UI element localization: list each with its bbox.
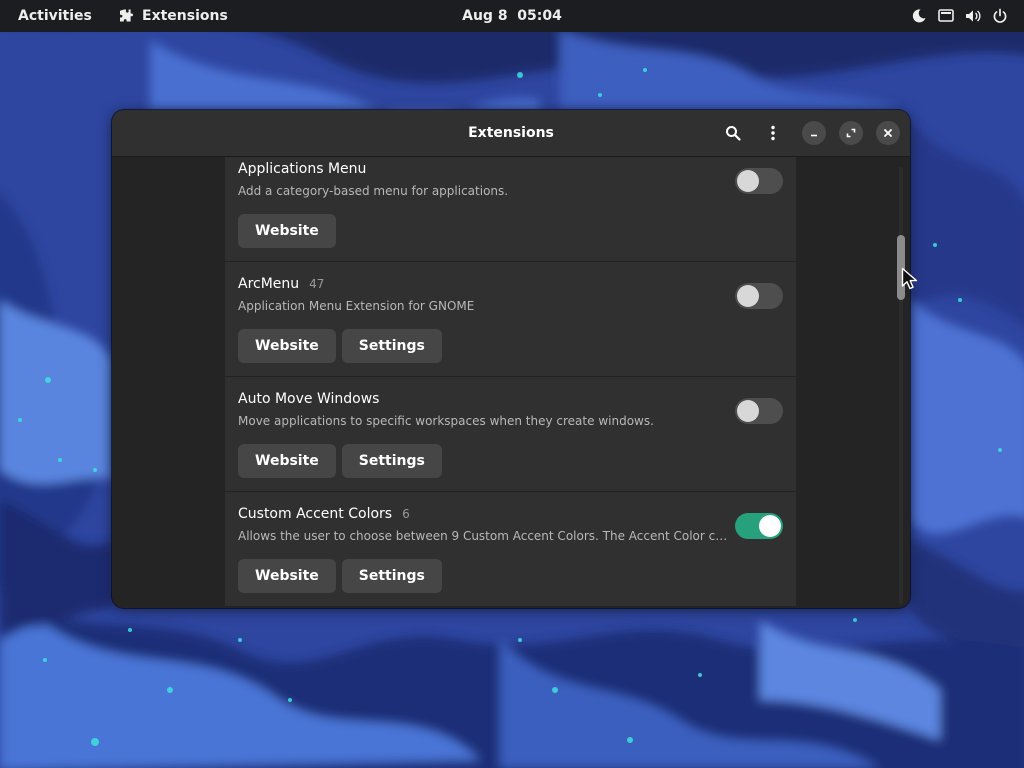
extension-toggle[interactable] (735, 398, 783, 424)
extension-name: Custom Accent Colors 6 (238, 506, 410, 522)
clock[interactable]: Aug 8 05:04 (0, 0, 1024, 32)
screencast-icon[interactable] (938, 8, 954, 24)
extensions-list-view[interactable]: Applications Menu Add a category-based m… (112, 157, 910, 608)
top-bar: Activities Extensions Aug 8 05:04 (0, 0, 1024, 32)
settings-button[interactable]: Settings (341, 559, 442, 593)
version-badge: 6 (402, 507, 410, 521)
extension-name: ArcMenu 47 (238, 276, 325, 292)
power-icon[interactable] (992, 8, 1008, 24)
night-light-icon[interactable] (911, 8, 927, 24)
window-title: Extensions (468, 125, 554, 141)
settings-button[interactable]: Settings (341, 329, 442, 363)
extension-row-custom-accent-colors: Custom Accent Colors 6 Allows the user to… (225, 492, 796, 607)
volume-icon[interactable] (965, 8, 981, 24)
website-button[interactable]: Website (238, 329, 336, 363)
status-area[interactable] (911, 0, 1008, 32)
search-button[interactable] (720, 120, 746, 146)
extension-name: Applications Menu (238, 161, 367, 177)
extension-description: Application Menu Extension for GNOME (238, 299, 475, 313)
extension-name: Auto Move Windows (238, 391, 380, 407)
settings-button[interactable]: Settings (341, 444, 442, 478)
main-menu-button[interactable] (760, 120, 786, 146)
maximize-button[interactable] (839, 121, 863, 145)
extension-row-auto-move-windows: Auto Move Windows Move applications to s… (225, 377, 796, 492)
extension-description: Allows the user to choose between 9 Cust… (238, 529, 734, 543)
version-badge: 47 (309, 277, 325, 291)
scrollbar-track[interactable] (899, 167, 903, 604)
extension-description: Move applications to specific workspaces… (238, 414, 654, 428)
maximize-icon (846, 128, 856, 138)
minimize-icon (811, 134, 817, 137)
extension-description: Add a category-based menu for applicatio… (238, 184, 509, 198)
extension-row-arcmenu: ArcMenu 47 Application Menu Extension for… (225, 262, 796, 377)
website-button[interactable]: Website (238, 444, 336, 478)
toggle-knob (737, 400, 759, 422)
header-bar[interactable]: Extensions (112, 110, 910, 157)
extensions-window: Extensions Applications Menu Add a categ… (112, 110, 910, 608)
extensions-list: Applications Menu Add a category-based m… (225, 157, 796, 607)
extension-toggle[interactable] (735, 168, 783, 194)
minimize-button[interactable] (802, 121, 826, 145)
toggle-knob (737, 285, 759, 307)
toggle-knob (759, 515, 781, 537)
extension-toggle[interactable] (735, 513, 783, 539)
menu-icon (771, 125, 775, 141)
toggle-knob (737, 170, 759, 192)
extension-toggle[interactable] (735, 283, 783, 309)
website-button[interactable]: Website (238, 214, 336, 248)
website-button[interactable]: Website (238, 559, 336, 593)
search-icon (726, 126, 741, 141)
extension-row-applications-menu: Applications Menu Add a category-based m… (225, 157, 796, 262)
close-button[interactable] (876, 121, 900, 145)
close-icon (884, 129, 892, 137)
mouse-pointer-icon (901, 267, 918, 290)
